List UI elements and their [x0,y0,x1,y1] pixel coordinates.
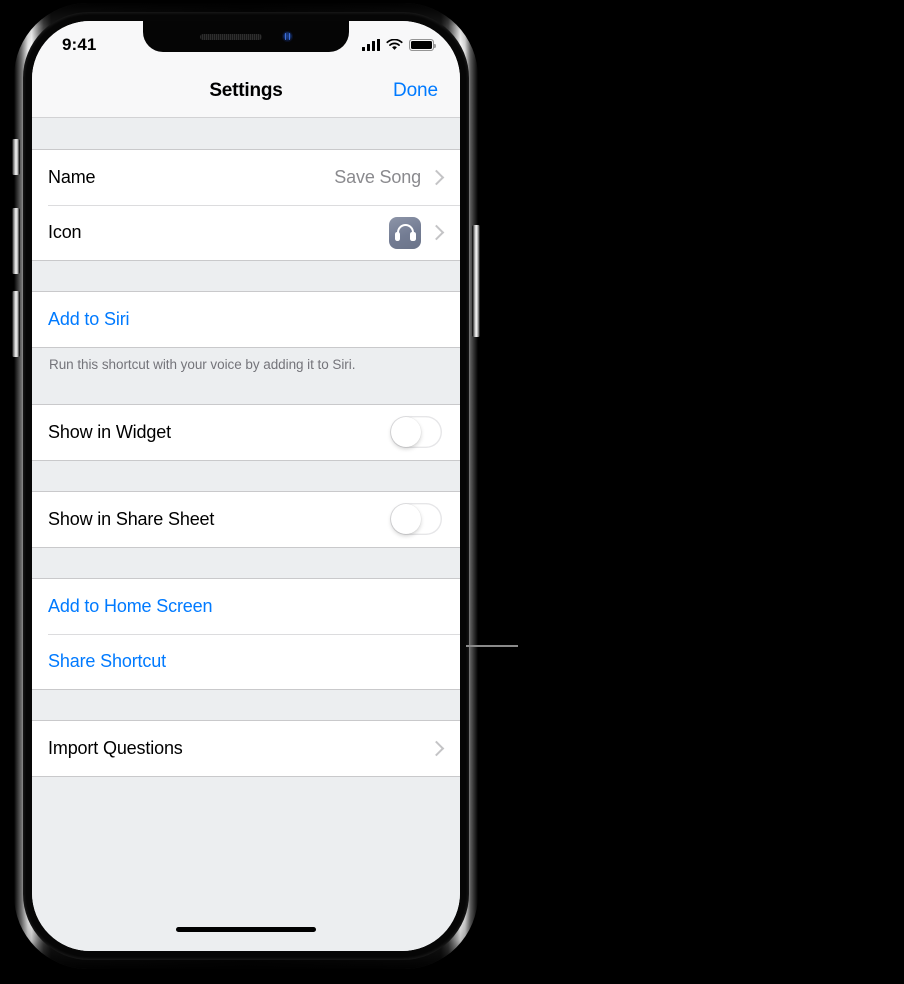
battery-full-icon [409,39,436,51]
add-to-siri-label: Add to Siri [48,309,130,329]
share-shortcut-label: Share Shortcut [48,650,166,671]
show-in-share-sheet-label: Show in Share Sheet [48,508,215,529]
cellular-bars-icon [362,39,380,51]
add-to-home-screen-label: Add to Home Screen [48,595,213,616]
section-gap [32,261,460,291]
row-share-shortcut[interactable]: Share Shortcut [32,633,460,689]
section-gap [32,547,460,578]
front-camera-icon [281,31,293,42]
silent-switch[interactable] [12,139,20,175]
settings-list[interactable]: Name Save Song Icon Add to Siri Run this… [32,117,460,951]
shortcut-icon-preview[interactable] [389,216,421,249]
side-power-button[interactable] [472,225,480,337]
row-icon-label: Icon [48,222,82,242]
status-bar-indicators [362,35,436,51]
page-title: Settings [209,80,283,101]
import-questions-label: Import Questions [48,737,183,758]
row-show-in-widget-accessory [390,416,444,449]
section-siri: Add to Siri [32,291,460,348]
display-notch [143,21,349,52]
section-sharing: Add to Home Screen Share Shortcut [32,577,460,690]
row-import-questions[interactable]: Import Questions [32,720,460,776]
row-name-value: Save Song [334,167,421,187]
navigation-bar: Settings Done [32,65,460,118]
chevron-right-icon [428,740,445,756]
status-bar-time: 9:41 [62,35,97,54]
row-add-to-siri[interactable]: Add to Siri [32,292,460,347]
show-in-share-sheet-toggle[interactable] [390,503,442,536]
speaker-grille-icon [199,33,262,40]
volume-down-button[interactable] [12,291,20,357]
siri-footnote: Run this shortcut with your voice by add… [49,357,356,372]
row-icon[interactable]: Icon [32,205,460,260]
wifi-icon [386,39,403,50]
iphone-device-frame: 9:41 Settings Done Name Save Song Icon A… [12,3,480,969]
section-gap [32,373,460,404]
section-gap [32,689,460,720]
section-widget: Show in Widget [32,403,460,461]
chevron-right-icon [428,169,445,186]
show-in-widget-label: Show in Widget [48,421,171,442]
headphones-icon [394,224,416,241]
section-import: Import Questions [32,719,460,777]
row-add-to-home-screen[interactable]: Add to Home Screen [32,578,460,634]
home-indicator[interactable] [176,927,316,932]
row-icon-accessory [389,216,445,249]
section-gap [32,460,460,491]
section-details: Name Save Song Icon [32,149,460,261]
row-name-label: Name [48,167,96,187]
phone-screen: 9:41 Settings Done Name Save Song Icon A… [32,21,460,951]
section-gap [32,117,460,149]
show-in-widget-toggle[interactable] [390,416,442,449]
row-name-accessory: Save Song [334,167,445,188]
callout-leader-line [466,645,518,647]
volume-up-button[interactable] [12,208,20,274]
done-button[interactable]: Done [393,80,438,102]
row-name[interactable]: Name Save Song [32,150,460,205]
section-share-sheet: Show in Share Sheet [32,490,460,548]
row-show-in-share-sheet-accessory [390,503,444,536]
row-show-in-widget[interactable]: Show in Widget [32,404,460,460]
chevron-right-icon [428,224,445,241]
row-import-questions-accessory [428,740,445,756]
row-show-in-share-sheet[interactable]: Show in Share Sheet [32,491,460,547]
